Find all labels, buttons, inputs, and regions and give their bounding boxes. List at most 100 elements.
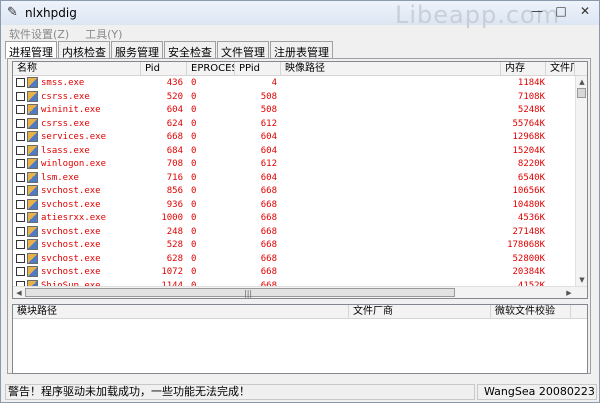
table-row[interactable]: svchost.exe 856 0 668 10656K (13, 184, 575, 198)
cell-pid: 856 (166, 186, 183, 196)
row-checkbox[interactable] (16, 253, 25, 263)
row-checkbox[interactable] (16, 91, 25, 101)
col-ms-signature[interactable]: 微软文件校验 (491, 305, 571, 319)
cell-ppid: 668 (260, 240, 277, 250)
col-file-vendor[interactable]: 文件厂 (546, 62, 575, 76)
table-row[interactable]: wininit.exe 604 0 508 5248K (13, 103, 575, 117)
col-name[interactable]: 名称 (13, 62, 141, 76)
scroll-up-icon[interactable]: ▲ (576, 76, 587, 88)
tab-services[interactable]: 服务管理 (111, 41, 163, 59)
process-window-icon (27, 239, 38, 250)
cell-pid: 668 (166, 132, 183, 142)
cell-name: svchost.exe (41, 267, 101, 277)
row-checkbox[interactable] (16, 159, 25, 168)
tab-strip: 进程管理 内核检查 服务管理 安全检查 文件管理 注册表管理 (5, 41, 334, 59)
cell-memory: 1184K (517, 78, 545, 88)
cell-ppid: 668 (260, 267, 277, 277)
process-window-icon (27, 185, 38, 196)
pen-icon: ✎ (7, 5, 18, 20)
table-row[interactable]: svchost.exe 528 0 668 178068K (13, 238, 575, 252)
scroll-right-icon[interactable]: ▶ (563, 287, 575, 298)
table-row[interactable]: svchost.exe 1072 0 668 20384K (13, 265, 575, 279)
table-row[interactable]: svchost.exe 936 0 668 10480K (13, 198, 575, 212)
row-checkbox[interactable] (16, 145, 25, 155)
row-checkbox[interactable] (16, 118, 25, 128)
cell-eprocess: 0 (191, 213, 197, 223)
cell-memory: 178068K (507, 240, 545, 250)
table-row[interactable]: services.exe 668 0 604 12968K (13, 130, 575, 144)
cell-ppid: 508 (260, 91, 277, 102)
row-checkbox[interactable] (16, 199, 25, 209)
cell-eprocess: 0 (191, 105, 197, 115)
menu-tools[interactable]: 工具(Y) (77, 25, 130, 41)
cell-name: svchost.exe (41, 199, 101, 210)
close-button[interactable]: ✕ (577, 3, 593, 19)
col-ppid[interactable]: PPid (235, 62, 281, 76)
col-module-vendor[interactable]: 文件厂商 (349, 305, 491, 319)
module-list[interactable]: 模块路径 文件厂商 微软文件校验 (12, 304, 588, 374)
process-window-icon (27, 225, 38, 237)
cell-ppid: 612 (260, 118, 277, 129)
tab-kernel[interactable]: 内核检查 (58, 41, 110, 59)
title-bar: ✎ nlxhpdig Libeapp.com — □ ✕ (1, 1, 599, 29)
maximize-button[interactable]: □ (553, 3, 569, 19)
process-window-icon (27, 266, 38, 277)
col-memory[interactable]: 内存 (501, 62, 546, 76)
cell-pid: 1000 (161, 213, 183, 223)
cell-ppid: 668 (260, 226, 277, 237)
row-checkbox[interactable] (16, 132, 25, 141)
cell-pid: 436 (166, 78, 183, 88)
cell-memory: 52800K (512, 253, 545, 264)
process-vertical-scrollbar[interactable]: ▲ ▼ (575, 76, 587, 286)
minimize-button[interactable]: — (529, 3, 545, 19)
table-row[interactable]: lsass.exe 684 0 604 15204K (13, 144, 575, 158)
cell-memory: 10480K (512, 199, 545, 210)
hscroll-thumb[interactable]: ||| (25, 288, 455, 298)
cell-memory: 55764K (512, 118, 545, 129)
col-eprocess[interactable]: EPROCESS (187, 62, 235, 76)
table-row[interactable]: svchost.exe 248 0 668 27148K (13, 225, 575, 239)
process-window-icon (27, 77, 38, 88)
cell-eprocess: 0 (191, 159, 197, 169)
process-list-body: smss.exe 436 0 4 1184K csrss.exe 520 0 508 7108K w… (13, 76, 575, 292)
col-module-path[interactable]: 模块路径 (13, 305, 349, 319)
tab-process[interactable]: 进程管理 (5, 41, 57, 59)
cell-ppid: 604 (260, 172, 277, 183)
cell-pid: 1072 (161, 267, 183, 277)
row-checkbox[interactable] (16, 213, 25, 222)
menu-software-settings[interactable]: 软件设置(Z) (1, 25, 77, 41)
row-checkbox[interactable] (16, 105, 25, 114)
process-horizontal-scrollbar[interactable]: ◀ ||| ▶ (13, 286, 587, 298)
table-row[interactable]: atiesrxx.exe 1000 0 668 4536K (13, 211, 575, 225)
status-version: WangSea 20080223 (477, 384, 597, 400)
table-row[interactable]: lsm.exe 716 0 604 6540K (13, 171, 575, 185)
row-checkbox[interactable] (16, 172, 25, 182)
table-row[interactable]: winlogon.exe 708 0 612 8220K (13, 157, 575, 171)
row-checkbox[interactable] (16, 78, 25, 87)
cell-memory: 7108K (517, 91, 545, 102)
row-checkbox[interactable] (16, 267, 25, 276)
col-image-path[interactable]: 映像路径 (281, 62, 501, 76)
cell-eprocess: 0 (191, 267, 197, 277)
cell-ppid: 668 (260, 213, 277, 223)
scroll-down-icon[interactable]: ▼ (576, 274, 587, 286)
tab-registry[interactable]: 注册表管理 (270, 41, 333, 59)
tab-files[interactable]: 文件管理 (217, 41, 269, 59)
scroll-left-icon[interactable]: ◀ (13, 287, 25, 298)
cell-name: services.exe (41, 132, 107, 142)
cell-name: svchost.exe (41, 186, 101, 196)
row-checkbox[interactable] (16, 226, 25, 236)
col-pid[interactable]: Pid (141, 62, 187, 76)
table-row[interactable]: csrss.exe 520 0 508 7108K (13, 90, 575, 104)
row-checkbox[interactable] (16, 186, 25, 195)
scroll-thumb[interactable] (577, 88, 586, 98)
status-bar: 警告！程序驱动未加载成功，一些功能无法完成！ WangSea 20080223 (1, 382, 599, 402)
table-row[interactable]: svchost.exe 628 0 668 52800K (13, 252, 575, 266)
process-tab-panel: 名称 Pid EPROCESS PPid 映像路径 内存 文件厂 smss.ex… (7, 58, 591, 374)
process-list[interactable]: 名称 Pid EPROCESS PPid 映像路径 内存 文件厂 smss.ex… (12, 61, 588, 299)
tab-security[interactable]: 安全检查 (164, 41, 216, 59)
cell-eprocess: 0 (191, 199, 197, 210)
table-row[interactable]: csrss.exe 624 0 612 55764K (13, 117, 575, 131)
table-row[interactable]: smss.exe 436 0 4 1184K (13, 76, 575, 90)
row-checkbox[interactable] (16, 240, 25, 249)
